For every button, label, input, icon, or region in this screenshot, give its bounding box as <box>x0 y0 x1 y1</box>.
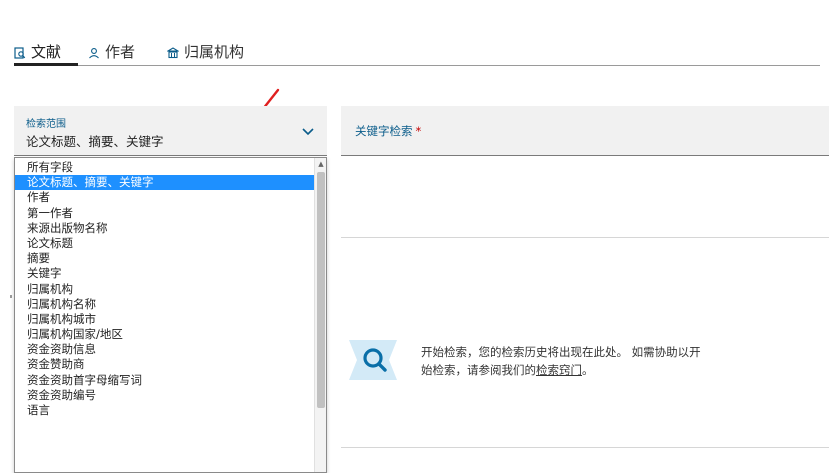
keyword-search-input[interactable]: 关键字检索 * <box>341 106 829 156</box>
tab-authors-label: 作者 <box>105 42 136 61</box>
institution-icon <box>166 45 180 59</box>
dropdown-scrollbar[interactable]: ▲ <box>314 158 326 472</box>
empty-state-line2-suffix: 。 <box>582 363 594 377</box>
tab-documents[interactable]: 文献 <box>14 39 61 63</box>
search-scope-dropdown: 所有字段 论文标题、摘要、关键字 作者 第一作者 来源出版物名称 论文标题 摘要 关键字 归属机… <box>14 157 327 473</box>
scrollbar-thumb[interactable] <box>317 172 325 408</box>
dropdown-option[interactable]: 资金赞助商 <box>15 357 315 372</box>
panel-divider <box>341 447 829 448</box>
tab-documents-label: 文献 <box>31 42 62 61</box>
search-scope-value: 论文标题、摘要、关键字 <box>26 134 164 149</box>
edge-mark <box>10 295 12 298</box>
dropdown-option[interactable]: 摘要 <box>15 251 315 266</box>
tabs-divider <box>14 65 820 66</box>
dropdown-option[interactable]: 所有字段 <box>15 160 315 175</box>
search-tips-link[interactable]: 检索窍门 <box>536 363 582 377</box>
dropdown-option[interactable]: 资金资助首字母缩写词 <box>15 373 315 388</box>
dropdown-option[interactable]: 归属机构 <box>15 282 315 297</box>
document-search-icon <box>14 45 26 59</box>
tab-institutions[interactable]: 归属机构 <box>166 39 245 63</box>
search-history-icon <box>349 340 397 380</box>
empty-state-line2-prefix: 始检索，请参阅我们的 <box>421 363 536 377</box>
search-scope-options: 所有字段 论文标题、摘要、关键字 作者 第一作者 来源出版物名称 论文标题 摘要 关键字 归属机… <box>15 160 315 418</box>
dropdown-option[interactable]: 来源出版物名称 <box>15 221 315 236</box>
dropdown-option[interactable]: 第一作者 <box>15 206 315 221</box>
dropdown-option[interactable]: 资金资助编号 <box>15 388 315 403</box>
active-tab-indicator <box>14 63 78 66</box>
dropdown-option[interactable]: 作者 <box>15 190 315 205</box>
search-scope-label: 检索范围 <box>26 119 66 130</box>
search-scope-select[interactable]: 检索范围 论文标题、摘要、关键字 <box>14 106 327 156</box>
search-type-tabs: 文献 作者 归属机构 <box>14 36 820 66</box>
dropdown-option[interactable]: 论文标题、摘要、关键字 <box>15 175 315 191</box>
chevron-down-icon[interactable] <box>301 124 315 138</box>
dropdown-option[interactable]: 归属机构城市 <box>15 312 315 327</box>
person-icon <box>88 45 100 59</box>
empty-state-message: 开始检索，您的检索历史将出现在此处。 如需协助以开 始检索，请参阅我们的检索窍门… <box>421 343 741 379</box>
dropdown-option[interactable]: 资金资助信息 <box>15 342 315 357</box>
keyword-label-text: 关键字检索 <box>355 124 413 138</box>
scroll-up-icon[interactable]: ▲ <box>317 160 325 168</box>
tab-authors[interactable]: 作者 <box>88 39 135 63</box>
panel-divider <box>341 237 829 238</box>
dropdown-option[interactable]: 归属机构国家/地区 <box>15 327 315 342</box>
empty-state-line1: 开始检索，您的检索历史将出现在此处。 如需协助以开 <box>421 345 701 359</box>
dropdown-option[interactable]: 关键字 <box>15 266 315 281</box>
dropdown-option[interactable]: 归属机构名称 <box>15 297 315 312</box>
tab-institutions-label: 归属机构 <box>184 42 245 61</box>
empty-state-line2: 始检索，请参阅我们的检索窍门。 <box>421 361 741 379</box>
dropdown-option[interactable]: 论文标题 <box>15 236 315 251</box>
required-mark: * <box>415 124 422 138</box>
dropdown-option[interactable]: 语言 <box>15 403 315 418</box>
keyword-search-label: 关键字检索 * <box>355 123 421 139</box>
